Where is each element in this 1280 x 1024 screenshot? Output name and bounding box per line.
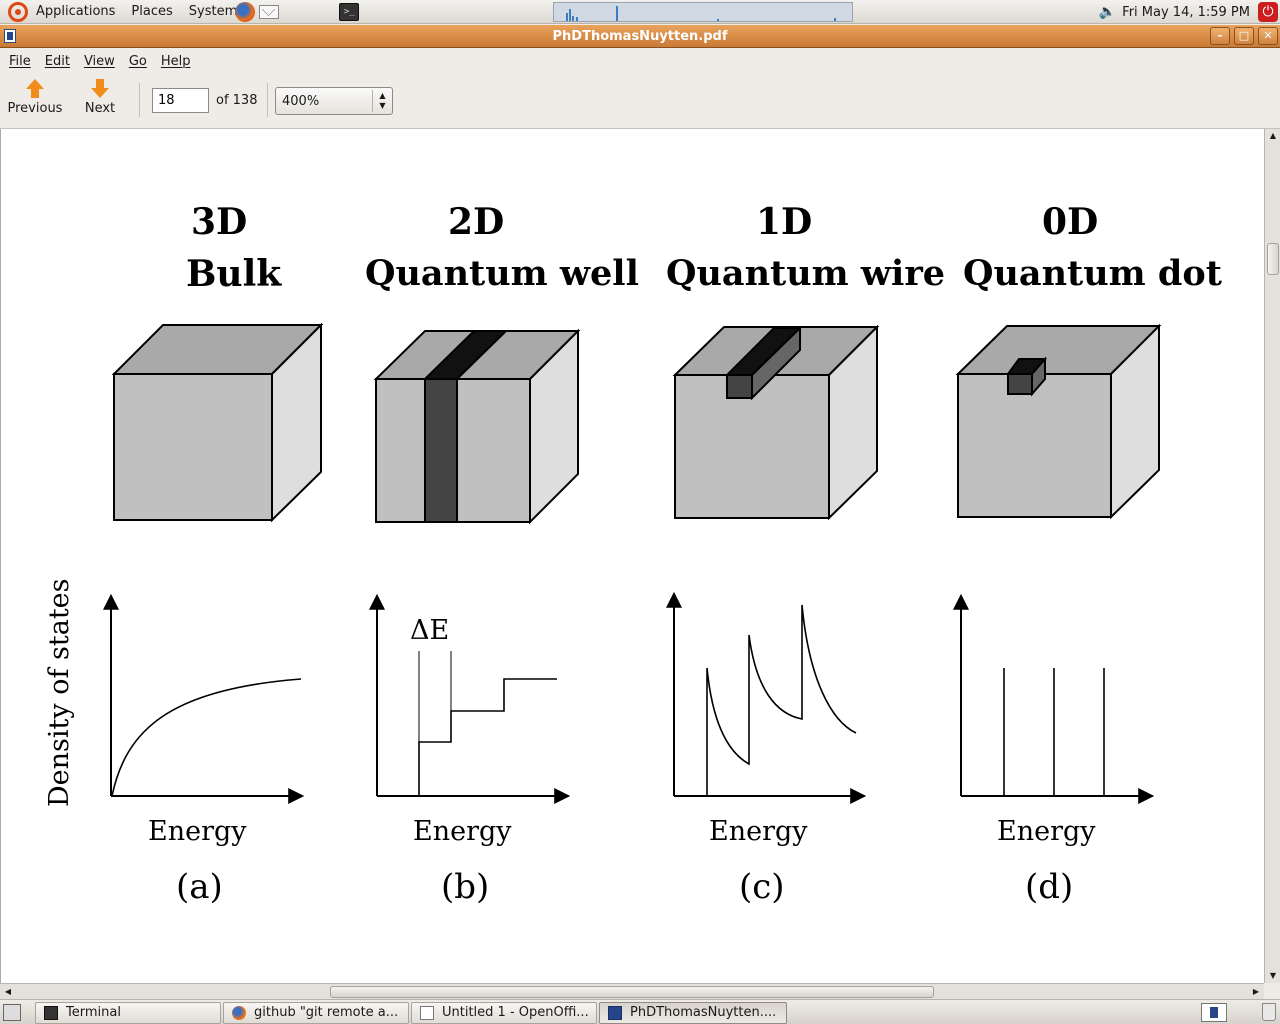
caption-d: (d): [1025, 867, 1074, 907]
trash-icon[interactable]: [1262, 1003, 1276, 1021]
bulk-cube: [111, 322, 324, 523]
power-icon[interactable]: ⏻: [1258, 2, 1278, 22]
document-viewer-icon[interactable]: [4, 29, 16, 43]
graph-b-steps: [418, 678, 557, 796]
menu-help[interactable]: Help: [154, 54, 198, 69]
zoom-spin-arrows-icon[interactable]: ▲ ▼: [372, 90, 392, 112]
window-title: PhDThomasNuytten.pdf: [552, 29, 728, 44]
menu-go[interactable]: Go: [122, 54, 154, 69]
menu-edit[interactable]: Edit: [38, 54, 77, 69]
quantum-well-cube: [373, 328, 581, 525]
energy-label-a: Energy: [148, 816, 247, 847]
toolbar: Previous Next of 138 400% ▲▼: [0, 73, 1280, 129]
caption-b: (b): [441, 867, 490, 907]
previous-button[interactable]: Previous: [3, 79, 67, 116]
task-label: Terminal: [66, 1005, 121, 1020]
workspace-switcher[interactable]: [1201, 1003, 1227, 1022]
quantum-dot-cube: [955, 323, 1162, 520]
vertical-scrollbar[interactable]: ▲ ▼: [1264, 129, 1280, 983]
up-arrow-icon: [26, 79, 44, 99]
task-document-viewer[interactable]: PhDThomasNuytten....: [599, 1002, 787, 1024]
zoom-select[interactable]: 400% ▲ ▼: [275, 87, 393, 115]
next-label: Next: [84, 101, 116, 116]
close-button[interactable]: ✕: [1258, 27, 1278, 45]
caption-a: (a): [176, 867, 223, 907]
mail-launcher-icon[interactable]: [259, 4, 280, 19]
horizontal-scroll-thumb[interactable]: [330, 986, 934, 998]
density-of-states-label: Density of states: [44, 578, 75, 807]
scroll-down-icon[interactable]: ▼: [1266, 969, 1280, 983]
down-arrow-icon: [91, 79, 109, 99]
terminal-icon: [44, 1006, 58, 1020]
minimize-button[interactable]: –: [1210, 27, 1230, 45]
maximize-button[interactable]: □: [1234, 27, 1254, 45]
system-menu[interactable]: System: [185, 4, 241, 19]
menu-file[interactable]: File: [2, 54, 38, 69]
task-label: PhDThomasNuytten....: [630, 1005, 777, 1020]
task-openoffice[interactable]: Untitled 1 - OpenOffi...: [411, 1002, 597, 1024]
energy-label-b: Energy: [413, 816, 512, 847]
caption-c: (c): [739, 867, 785, 907]
task-terminal[interactable]: Terminal: [35, 1002, 221, 1024]
previous-label: Previous: [7, 101, 63, 116]
menu-view[interactable]: View: [77, 54, 122, 69]
quantum-wire-cube: [672, 324, 880, 521]
toolbar-separator: [139, 83, 140, 117]
document-page[interactable]: 3D Bulk 2D Quantum well 1D Quantum wire …: [0, 129, 1264, 983]
figure-graphics: [103, 322, 1162, 804]
graph-d-deltas: [1003, 668, 1105, 796]
task-firefox[interactable]: github "git remote a...: [223, 1002, 409, 1024]
graph-a-curve: [111, 678, 302, 797]
horizontal-scrollbar[interactable]: ◀ ▶: [0, 983, 1264, 999]
system-monitor-applet[interactable]: [553, 2, 853, 22]
bottom-panel: Terminal github "git remote a... Untitle…: [0, 999, 1280, 1024]
task-label: Untitled 1 - OpenOffi...: [442, 1005, 589, 1020]
energy-label-d: Energy: [997, 816, 1096, 847]
openoffice-icon: [420, 1006, 434, 1020]
page-number-input[interactable]: [152, 88, 209, 113]
ubuntu-logo-icon[interactable]: [8, 1, 28, 22]
page-count-label: of 138: [216, 93, 258, 108]
top-panel: Applications Places System >_ 🔈 Fri May …: [0, 0, 1280, 24]
delta-e-label: ΔE: [410, 615, 450, 646]
scroll-right-icon[interactable]: ▶: [1249, 985, 1263, 999]
scroll-left-icon[interactable]: ◀: [1, 985, 15, 999]
vertical-scroll-thumb[interactable]: [1267, 243, 1279, 275]
energy-label-c: Energy: [709, 816, 808, 847]
firefox-icon: [232, 1006, 246, 1020]
applications-menu[interactable]: Applications: [32, 4, 119, 19]
toolbar-separator: [267, 83, 268, 117]
graph-d-axes: [953, 593, 1155, 804]
window-titlebar[interactable]: PhDThomasNuytten.pdf – □ ✕: [0, 25, 1280, 48]
firefox-launcher-icon[interactable]: [235, 1, 256, 22]
zoom-value: 400%: [282, 94, 320, 109]
graph-b-axes: [369, 593, 571, 804]
menubar: File Edit View Go Help: [0, 49, 1280, 73]
terminal-launcher-icon[interactable]: >_: [339, 2, 360, 21]
graph-c-curve: [706, 604, 857, 796]
volume-icon[interactable]: 🔈: [1099, 4, 1116, 20]
show-desktop-icon[interactable]: [3, 1004, 21, 1021]
clock[interactable]: Fri May 14, 1:59 PM: [1122, 5, 1250, 20]
task-label: github "git remote a...: [254, 1005, 399, 1020]
next-button[interactable]: Next: [68, 79, 132, 116]
places-menu[interactable]: Places: [127, 4, 176, 19]
scroll-up-icon[interactable]: ▲: [1266, 129, 1280, 143]
document-viewer-icon: [608, 1006, 622, 1020]
